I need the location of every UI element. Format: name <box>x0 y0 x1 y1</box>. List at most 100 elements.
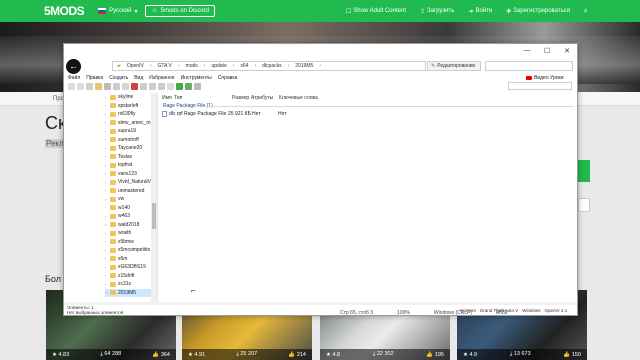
tree-item[interactable]: › x5mcompetitio <box>105 246 157 255</box>
tree-item[interactable]: › wraith <box>105 229 157 238</box>
tree-item[interactable]: › vw <box>105 195 157 204</box>
filter-input[interactable] <box>508 82 572 90</box>
properties-icon[interactable] <box>149 83 156 90</box>
tree-item-label: skyline <box>118 94 134 101</box>
copy-icon[interactable] <box>113 83 120 90</box>
column-keywords[interactable]: Ключевые слова <box>279 95 318 101</box>
status-platform[interactable]: Windows <box>522 308 540 313</box>
status-version[interactable]: OpenIV 4.1 <box>544 308 567 313</box>
column-type[interactable]: Тип <box>174 95 182 101</box>
tree-item[interactable]: › Teslax <box>105 153 157 162</box>
add-icon[interactable] <box>176 83 183 90</box>
breadcrumb-item[interactable]: dlcpacks <box>262 63 281 69</box>
file-attributes: Нет <box>252 111 261 117</box>
group-divider <box>204 106 574 107</box>
discord-icon: ☺ <box>151 8 158 14</box>
search-input[interactable] <box>485 61 573 71</box>
tree-item[interactable]: › Taycane20 <box>105 144 157 153</box>
nav-login[interactable]: ➜ Войти <box>468 8 492 15</box>
mod-stats: ★ 4.8 ⤓ 22 302 👍 195 <box>320 349 450 360</box>
tree-item[interactable]: › x5bmw <box>105 238 157 247</box>
forward-icon[interactable] <box>77 83 84 90</box>
nav-register[interactable]: ✚ Зарегистрироваться <box>506 8 570 15</box>
tree-item[interactable]: › xG63DBS19 <box>105 263 157 272</box>
nav-show-adult[interactable]: ☐ Show Adult Content <box>346 8 406 15</box>
video-tutorials-link[interactable]: Видео Уроки <box>526 75 564 81</box>
back-arrow-icon[interactable]: ← <box>66 59 81 74</box>
tree-item[interactable]: › supra19 <box>105 127 157 136</box>
cut-icon[interactable] <box>104 83 111 90</box>
menu-create[interactable]: Создать <box>109 75 128 81</box>
tree-item[interactable]: › sumotroff <box>105 136 157 145</box>
maximize-icon[interactable]: ☐ <box>542 47 552 55</box>
address-bar[interactable]: ▰ OpenIV › GTA V › mods › update › x64 › dlcp… <box>112 61 426 71</box>
tree-item-selected[interactable]: › 2019M5 <box>105 288 157 297</box>
tree-item[interactable]: › w140 <box>105 204 157 213</box>
russia-flag-icon <box>98 8 107 14</box>
edit-mode-button[interactable]: ✎ Редактирование <box>427 61 481 71</box>
folder-icon <box>110 290 116 296</box>
toolbar <box>68 82 574 91</box>
menu-help[interactable]: Справка <box>218 75 238 81</box>
login-icon: ➜ <box>468 8 474 15</box>
breadcrumb-item[interactable]: update <box>211 63 226 69</box>
paste-icon[interactable] <box>122 83 129 90</box>
menu-file[interactable]: Файл <box>68 75 80 81</box>
tree-item[interactable]: › rs630fly <box>105 110 157 119</box>
folder-icon[interactable] <box>95 83 102 90</box>
tree-item[interactable]: › x6m <box>105 255 157 264</box>
tree-item[interactable]: › w463 <box>105 212 157 221</box>
column-name[interactable]: Имя <box>162 95 172 101</box>
search-icon[interactable]: ⌕ <box>584 6 588 16</box>
import-icon[interactable] <box>185 83 192 90</box>
delete-icon[interactable] <box>131 83 138 90</box>
tree-scrollbar[interactable] <box>151 93 157 302</box>
breadcrumb-item[interactable]: OpenIV <box>127 63 144 69</box>
minimize-icon[interactable]: — <box>522 47 532 54</box>
tree-item-label: unmastered <box>118 187 145 194</box>
folder-icon <box>110 120 116 126</box>
breadcrumb-item[interactable]: mods <box>186 63 198 69</box>
tree-item[interactable]: › unmastered <box>105 187 157 196</box>
menu-tools[interactable]: Инструменты <box>181 75 212 81</box>
menu-favorites[interactable]: Избранное <box>149 75 174 81</box>
tree-item[interactable]: › skyline <box>105 93 157 102</box>
back-icon[interactable] <box>68 83 75 90</box>
menu-view[interactable]: Вид <box>134 75 143 81</box>
folder-icon <box>110 94 116 100</box>
view-icon[interactable] <box>158 83 165 90</box>
discord-button[interactable]: ☺ 5mods on Discord <box>145 5 215 17</box>
breadcrumb-item[interactable]: 2019M5 <box>295 63 313 69</box>
zoom-level: 100% <box>397 310 410 316</box>
close-icon[interactable]: ✕ <box>562 47 572 55</box>
tree-item[interactable]: › stmv_amec_m <box>105 119 157 128</box>
tree-item[interactable]: › wald2018 <box>105 221 157 230</box>
rename-icon[interactable] <box>140 83 147 90</box>
tree-item[interactable]: › zc31s <box>105 280 157 289</box>
table-row[interactable]: dlc.rpf Rage Package File 25 921 КБ Нет … <box>160 111 360 119</box>
column-size[interactable]: Размер <box>232 95 249 101</box>
window-titlebar[interactable]: — ☐ ✕ <box>64 44 577 59</box>
tree-item[interactable]: › topfrat <box>105 161 157 170</box>
nav-login-label: Войти <box>475 8 493 14</box>
breadcrumb-item[interactable]: x64 <box>240 63 248 69</box>
site-logo[interactable]: 5MODS <box>44 4 85 18</box>
downloads: ⤓ 25 207 <box>236 351 258 357</box>
likes: 👍 364 <box>152 351 170 358</box>
language-selector[interactable]: Русский ▾ <box>98 8 137 15</box>
tree-item[interactable]: › spstarleft <box>105 102 157 111</box>
tree-item[interactable]: › Vivid_NaturalV <box>105 178 157 187</box>
nav-upload[interactable]: ⇪ Загрузить <box>420 8 454 15</box>
side-download-button[interactable] <box>578 160 590 182</box>
tree-item[interactable]: › vans123 <box>105 170 157 179</box>
breadcrumb-item[interactable]: GTA V <box>158 63 172 69</box>
scrollbar-thumb[interactable] <box>152 203 156 229</box>
pencil-icon: ✎ <box>431 63 436 69</box>
column-attributes[interactable]: Атрибуты <box>251 95 273 101</box>
settings-icon[interactable] <box>194 83 201 90</box>
tree-item[interactable]: › z15drift <box>105 272 157 281</box>
menu-edit[interactable]: Правка <box>86 75 103 81</box>
tree-item-label: zc31s <box>118 281 132 288</box>
up-icon[interactable] <box>86 83 93 90</box>
mod-stats: ★ 4.9 ⤓ 13 673 👍 150 <box>457 349 587 360</box>
